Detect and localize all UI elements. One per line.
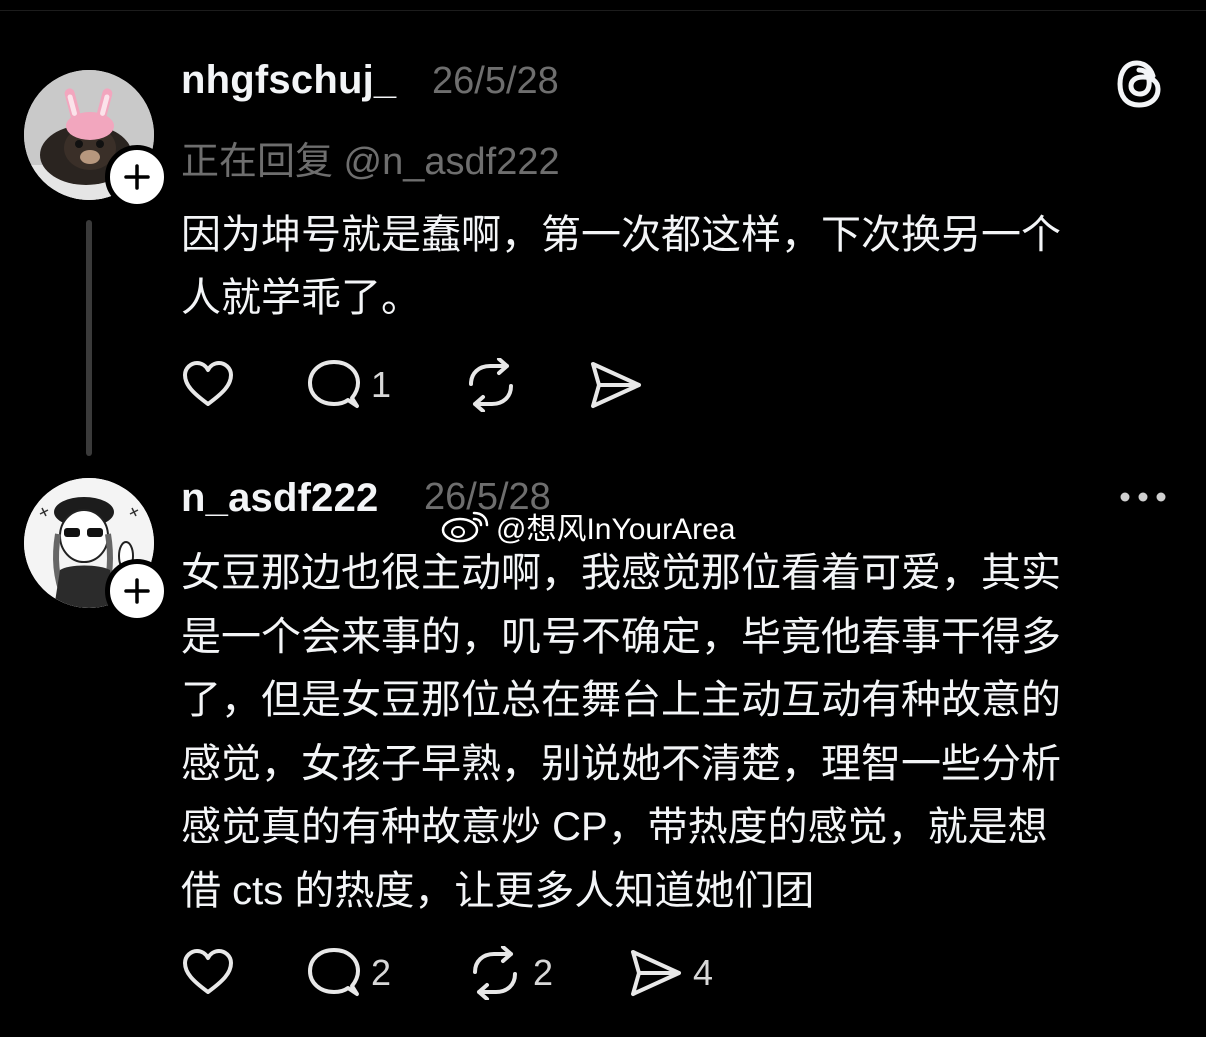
heart-icon bbox=[183, 361, 233, 406]
like-button[interactable] bbox=[181, 943, 245, 1003]
thread-connector-line bbox=[86, 220, 92, 456]
thread-post: n_asdf222 26/5/28 @想风InYourArea 女豆那边也很主动… bbox=[0, 470, 1206, 1037]
comment-bubble-icon bbox=[308, 360, 360, 408]
plus-icon bbox=[124, 578, 150, 604]
reply-to-text: 正在回复 @n_asdf222 bbox=[181, 141, 560, 183]
post-text: 因为坤号就是蠢啊，第一次都这样，下次换另一个 人就学乖了。 bbox=[181, 213, 1061, 320]
more-dots-icon[interactable] bbox=[1118, 490, 1168, 504]
username[interactable]: n_asdf222 bbox=[181, 476, 378, 521]
follow-button[interactable] bbox=[105, 145, 169, 209]
comment-button[interactable]: 2 bbox=[307, 943, 391, 1003]
share-button[interactable] bbox=[589, 355, 653, 415]
repost-button[interactable] bbox=[463, 355, 529, 415]
top-divider bbox=[0, 0, 1206, 11]
send-icon bbox=[631, 950, 681, 996]
comment-bubble-icon bbox=[308, 948, 360, 996]
weibo-icon bbox=[441, 511, 489, 543]
repost-count: 2 bbox=[533, 952, 554, 993]
repost-icon bbox=[473, 946, 517, 1000]
comment-count: 2 bbox=[371, 952, 392, 993]
send-icon bbox=[591, 362, 641, 408]
comment-button[interactable]: 1 bbox=[307, 355, 391, 415]
repost-button[interactable]: 2 bbox=[467, 943, 553, 1003]
username[interactable]: nhgfschuj_ bbox=[181, 58, 396, 103]
threads-logo-icon[interactable] bbox=[1115, 58, 1167, 110]
thread-post: nhgfschuj_ 26/5/28 正在回复 @n_asdf222 因为坤号就… bbox=[0, 58, 1206, 468]
repost-icon bbox=[469, 358, 513, 412]
plus-icon bbox=[124, 164, 150, 190]
like-button[interactable] bbox=[181, 355, 245, 415]
follow-button[interactable] bbox=[105, 559, 169, 623]
post-date: 26/5/28 bbox=[432, 60, 559, 102]
comment-count: 1 bbox=[371, 364, 392, 405]
share-count: 4 bbox=[693, 952, 714, 993]
post-text: 女豆那边也很主动啊，我感觉那位看着可爱，其实 是一个会来事的，叽号不确定，毕竟他… bbox=[181, 551, 1061, 913]
heart-icon bbox=[183, 949, 233, 994]
share-button[interactable]: 4 bbox=[629, 943, 713, 1003]
